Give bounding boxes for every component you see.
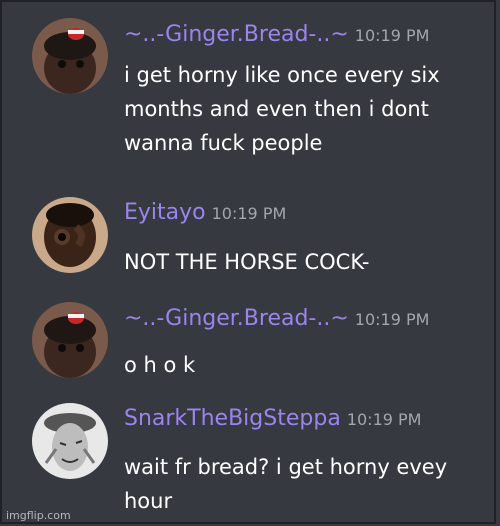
username[interactable]: SnarkTheBigSteppa [124,406,341,431]
message-text: NOT THE HORSE COCK- [124,245,496,279]
message-line: wanna fuck people [124,131,323,155]
message-header: ~..-Ginger.Bread-..~ 10:19 PM [124,306,429,331]
snark-avatar[interactable] [32,403,108,479]
timestamp: 10:19 PM [354,26,430,45]
message-line: o h o k [124,353,196,377]
message-header: Eyitayo 10:19 PM [124,200,286,225]
timestamp: 10:19 PM [346,410,422,429]
message-line: hour [124,489,173,513]
message-text: i get horny like once every six months a… [124,58,496,160]
timestamp: 10:19 PM [354,310,430,329]
username[interactable]: ~..-Ginger.Bread-..~ [124,306,349,331]
message-line: months and even then i dont [124,97,429,121]
message-text: o h o k [124,348,496,382]
gingerbread-avatar[interactable] [32,302,108,378]
message-line: i get horny like once every six [124,63,440,87]
message-line: NOT THE HORSE COCK- [124,250,370,274]
message-header: ~..-Ginger.Bread-..~ 10:19 PM [124,22,429,47]
message-line: wait fr bread? i get horny evey [124,455,448,479]
eyitayo-avatar[interactable] [32,197,108,273]
watermark: imgflip.com [6,509,71,522]
message-header: SnarkTheBigSteppa 10:19 PM [124,406,421,431]
timestamp: 10:19 PM [211,204,287,223]
message-text: wait fr bread? i get horny evey hour [124,450,496,518]
username[interactable]: Eyitayo [124,200,206,225]
username[interactable]: ~..-Ginger.Bread-..~ [124,22,349,47]
gingerbread-avatar[interactable] [32,18,108,94]
